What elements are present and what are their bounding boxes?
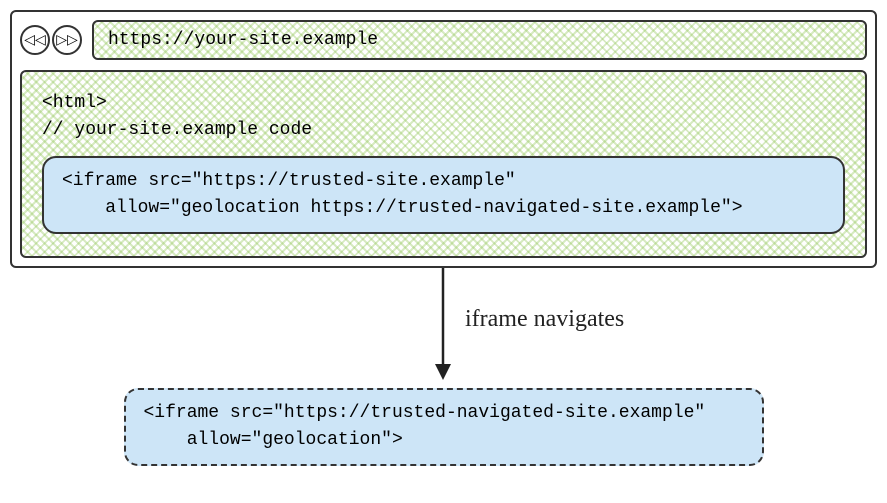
fastforward-icon: ▷▷ — [56, 32, 78, 49]
browser-viewport: <html> // your-site.example code <iframe… — [20, 70, 867, 258]
back-button[interactable]: ◁◁ — [20, 25, 50, 55]
url-bar[interactable]: https://your-site.example — [92, 20, 867, 60]
site-code-comment: // your-site.example code — [42, 117, 845, 144]
browser-window: ◁◁ ▷▷ https://your-site.example <html> /… — [10, 10, 877, 268]
arrow-icon — [10, 268, 887, 388]
forward-button[interactable]: ▷▷ — [52, 25, 82, 55]
iframe-after-navigation: <iframe src="https://trusted-navigated-s… — [124, 388, 764, 466]
arrow-label: iframe navigates — [465, 306, 624, 333]
nav-buttons: ◁◁ ▷▷ — [20, 25, 82, 55]
browser-toolbar: ◁◁ ▷▷ https://your-site.example — [20, 20, 867, 60]
navigation-arrow: iframe navigates — [10, 268, 877, 388]
html-open-tag: <html> — [42, 90, 845, 117]
iframe-before-navigation: <iframe src="https://trusted-site.exampl… — [42, 156, 845, 234]
rewind-icon: ◁◁ — [24, 32, 46, 49]
